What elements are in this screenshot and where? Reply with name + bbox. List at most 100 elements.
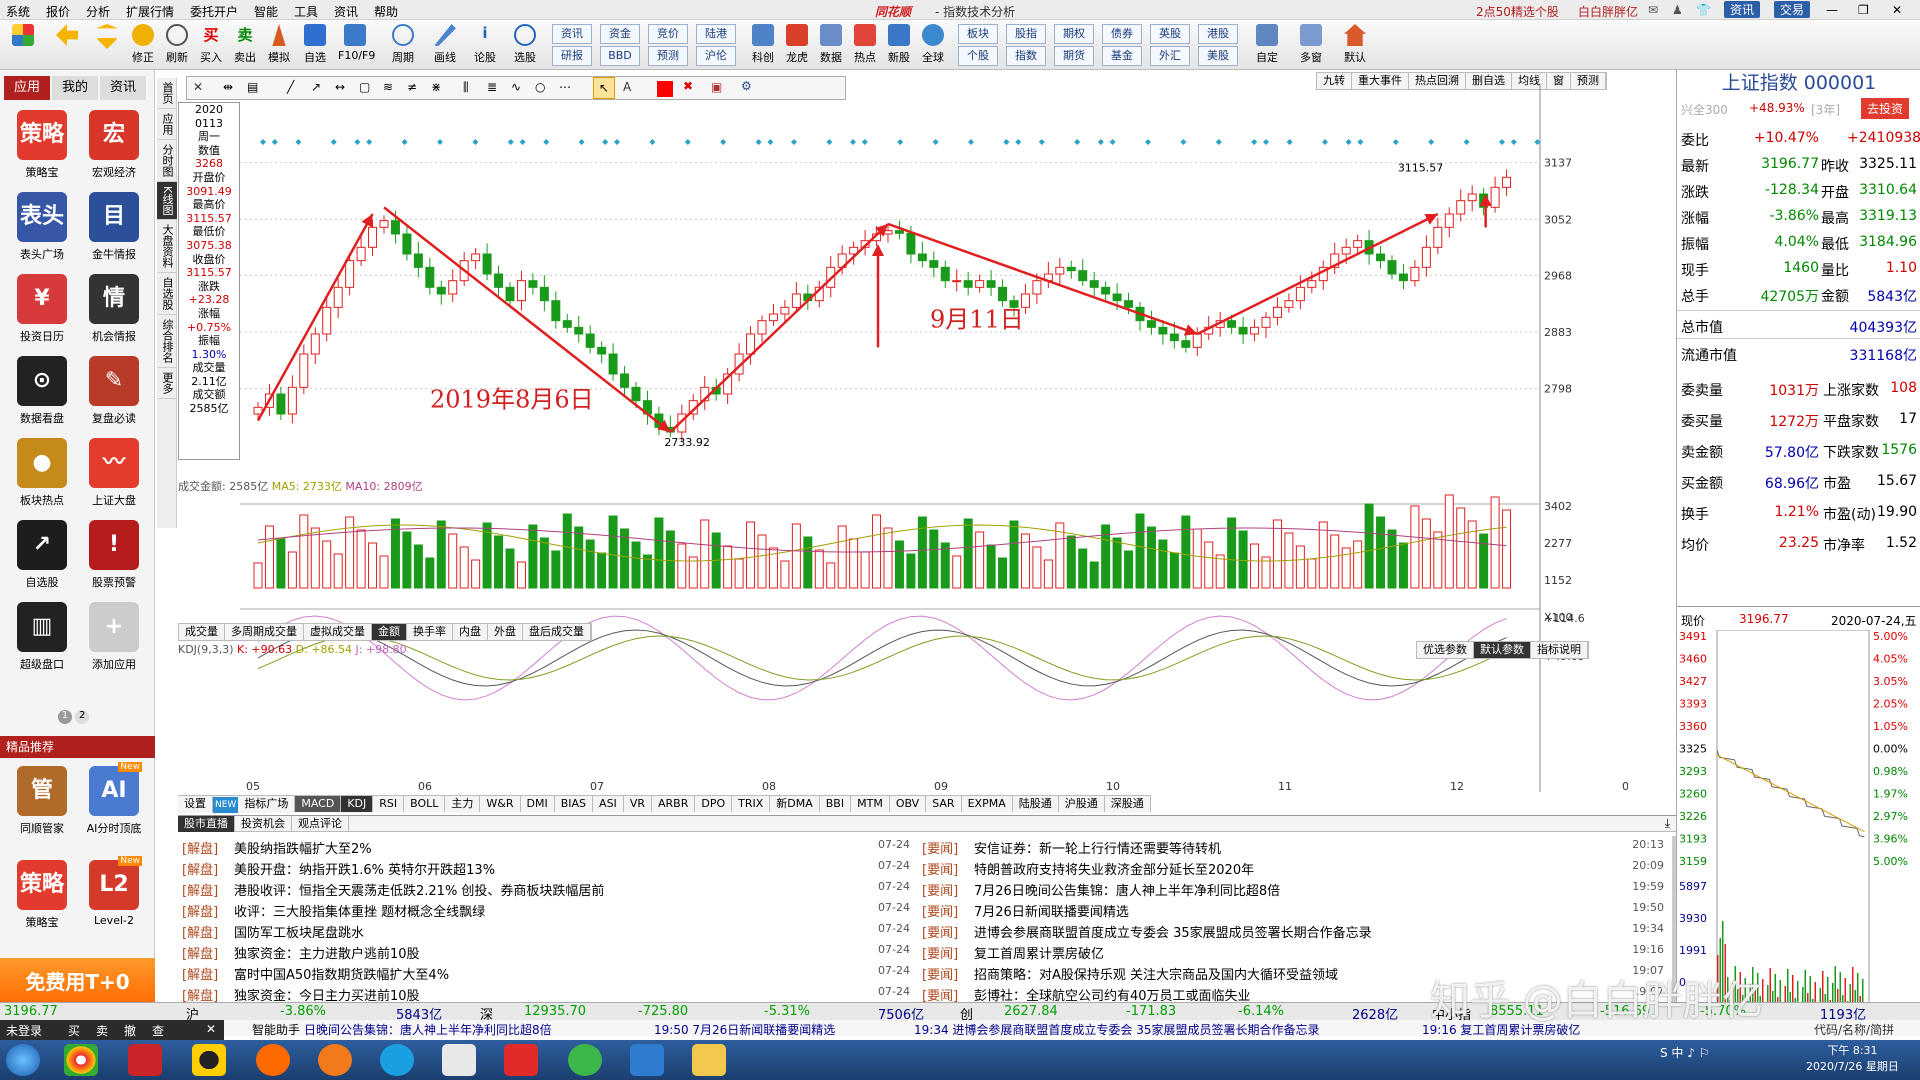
menu-extended[interactable]: 扩展行情 [126, 3, 174, 20]
indicator-tab-21[interactable]: 陆股通 [1013, 796, 1059, 812]
shlon-button[interactable]: 沪伦 [696, 46, 736, 66]
news-tool-button[interactable]: 资讯 [552, 24, 592, 44]
indicator-tab-18[interactable]: OBV [890, 796, 927, 812]
featured-butler[interactable]: 管同顺管家 [12, 766, 72, 844]
ie-icon[interactable] [380, 1044, 414, 1076]
indicator-tab-15[interactable]: 新DMA [770, 796, 820, 812]
vtab-timeshare[interactable]: 分时图 [157, 140, 177, 182]
close-login-icon[interactable]: ✕ [206, 1022, 216, 1036]
menu-system[interactable]: 系统 [6, 3, 30, 20]
app-super-depth[interactable]: ▥ 超级盘口 [12, 602, 72, 680]
news-tab-opinion[interactable]: 观点评论 [292, 816, 349, 832]
indicator-tab-5[interactable]: BOLL [404, 796, 446, 812]
quick-buy[interactable]: 买 [68, 1022, 80, 1039]
buy-button[interactable]: 买买入 [194, 22, 228, 68]
screen-button[interactable]: 选股 [508, 22, 542, 68]
tab-info[interactable]: 资讯 [100, 76, 146, 100]
param-help[interactable]: 指标说明 [1531, 642, 1588, 658]
ipo-button[interactable]: 新股 [882, 22, 916, 68]
indicator-tab-3[interactable]: KDJ [341, 796, 374, 812]
indicator-tab-11[interactable]: VR [624, 796, 652, 812]
news-item[interactable]: [要闻] 7月26日新闻联播要闻精选 19:50 [922, 899, 1672, 920]
fund2-button[interactable]: 基金 [1102, 46, 1142, 66]
app-data-watch[interactable]: ⊙ 数据看盘 [12, 356, 72, 434]
fund-button[interactable]: 资金 [600, 24, 640, 44]
invest-button[interactable]: 去投资 [1861, 98, 1910, 119]
vtab-watchlist[interactable]: 自选股 [157, 273, 177, 316]
research-button[interactable]: 研报 [552, 46, 592, 66]
indicator-tab-2[interactable]: MACD [295, 796, 342, 812]
cursor-line-icon[interactable]: ⇹ [223, 80, 233, 94]
vol-tab-virtual[interactable]: 虚拟成交量 [304, 624, 372, 640]
menu-quote[interactable]: 报价 [46, 3, 70, 20]
vtab-market-info[interactable]: 大盘资料 [157, 220, 177, 274]
user-name[interactable]: 白白胖胖亿 [1578, 3, 1638, 20]
vol-tab-multi[interactable]: 多周期成交量 [225, 624, 304, 640]
word-icon[interactable] [630, 1044, 664, 1076]
pager[interactable]: 1 2 [58, 710, 90, 724]
collapse-icon[interactable]: ✕ [193, 80, 203, 94]
intraday-mini-chart[interactable]: 3491 3460 3427 3393 3360 3325 3293 3260 3226 3193… [1677, 630, 1920, 1025]
firefox-icon[interactable] [318, 1044, 352, 1076]
news-tab-live[interactable]: 股市直播 [178, 816, 235, 832]
refresh-button[interactable]: 刷新 [160, 22, 194, 68]
back-icon[interactable] [50, 22, 84, 68]
ths2-icon[interactable] [504, 1044, 538, 1076]
news-item[interactable]: [要闻] 复工首周累计票房破亿 19:16 [922, 941, 1672, 962]
kline-chart[interactable]: 3137 3052 2968 2883 2798 2019年8月6日 9月11日 2733.9… [240, 84, 1628, 814]
default-button[interactable]: 默认 [1338, 22, 1372, 68]
download-icon[interactable]: ⤓ [1665, 816, 1670, 831]
vol-tab-after[interactable]: 盘后成交量 [523, 624, 591, 640]
indicator-tab-1[interactable]: 指标广场 [238, 796, 296, 812]
indicator-tab-14[interactable]: TRIX [732, 796, 771, 812]
shirt-icon[interactable]: 👕 [1696, 3, 1711, 17]
options-button[interactable]: 期权 [1054, 24, 1094, 44]
free-t0-banner[interactable]: 免费用T+0 [0, 958, 155, 1006]
hk-connect-button[interactable]: 陆港 [696, 24, 736, 44]
indicator-tab-12[interactable]: ARBR [652, 796, 696, 812]
us-stock-button[interactable]: 美股 [1198, 46, 1238, 66]
qq-icon[interactable] [192, 1044, 226, 1076]
vtab-ranking[interactable]: 综合排名 [157, 315, 177, 369]
indicator-tab-7[interactable]: W&R [480, 796, 521, 812]
bbd-button[interactable]: BBD [600, 46, 640, 66]
forex-button[interactable]: 外汇 [1150, 46, 1190, 66]
promo-link[interactable]: 2点50精选个股 [1476, 3, 1559, 20]
stock-button[interactable]: 个股 [958, 46, 998, 66]
app-calendar[interactable]: ¥ 投资日历 [12, 274, 72, 352]
app-bull[interactable]: 目金牛情报 [84, 192, 144, 270]
indicator-tab-23[interactable]: 深股通 [1105, 796, 1151, 812]
app-sh-index[interactable]: 〰上证大盘 [84, 438, 144, 516]
menu-trade[interactable]: 委托开户 [190, 3, 238, 20]
futures-button[interactable]: 期货 [1054, 46, 1094, 66]
start-icon[interactable] [6, 1044, 40, 1076]
app-opportunity[interactable]: 情机会情报 [84, 274, 144, 352]
app-header[interactable]: 表头 表头广场 [12, 192, 72, 270]
tray-icons[interactable]: S 中 ♪ ⚐ [1660, 1044, 1709, 1061]
layout-icon[interactable] [6, 22, 40, 68]
ths-taskbar-icon[interactable] [128, 1044, 162, 1076]
trade-button[interactable]: 交易 [1774, 1, 1811, 18]
indicator-tab-8[interactable]: DMI [521, 796, 555, 812]
ticker-item-1[interactable]: 日晚间公告集锦：唐人神上半年净利同比超8倍 [304, 1021, 552, 1038]
news-item[interactable]: [解盘] 国防军工板块尾盘跳水 07-24 [182, 920, 918, 941]
index-button[interactable]: 指数 [1006, 46, 1046, 66]
discuss-button[interactable]: i 论股 [468, 22, 502, 68]
indicator-tab-13[interactable]: DPO [695, 796, 733, 812]
news-item[interactable]: [解盘] 独家资金：主力进散户逃前10股 07-24 [182, 941, 918, 962]
sector-button[interactable]: 板块 [958, 24, 998, 44]
news-item[interactable]: [解盘] 富时中国A50指数期货跌幅扩大至4% 07-24 [182, 962, 918, 983]
assistant-label[interactable]: 智能助手 [252, 1021, 300, 1038]
forecast-button[interactable]: 预测 [648, 46, 688, 66]
vol-tab-outer[interactable]: 外盘 [488, 624, 523, 640]
quick-sell[interactable]: 卖 [96, 1022, 108, 1039]
indicator-tab-4[interactable]: RSI [373, 796, 405, 812]
up-down-icon[interactable] [90, 22, 124, 68]
app-review[interactable]: ✎ 复盘必读 [84, 356, 144, 434]
news-item[interactable]: [要闻] 特朗普政府支持将失业救济金部分延长至2020年 20:09 [922, 857, 1672, 878]
news-item[interactable]: [要闻] 7月26日晚间公告集锦：唐人神上半年净利同比超8倍 19:59 [922, 878, 1672, 899]
clock[interactable]: 下午 8:31 2020/7/26 星期日 [1806, 1042, 1899, 1074]
data-button[interactable]: 数据 [814, 22, 848, 68]
menu-help[interactable]: 帮助 [374, 3, 398, 20]
vol-tab-turnover[interactable]: 换手率 [407, 624, 453, 640]
